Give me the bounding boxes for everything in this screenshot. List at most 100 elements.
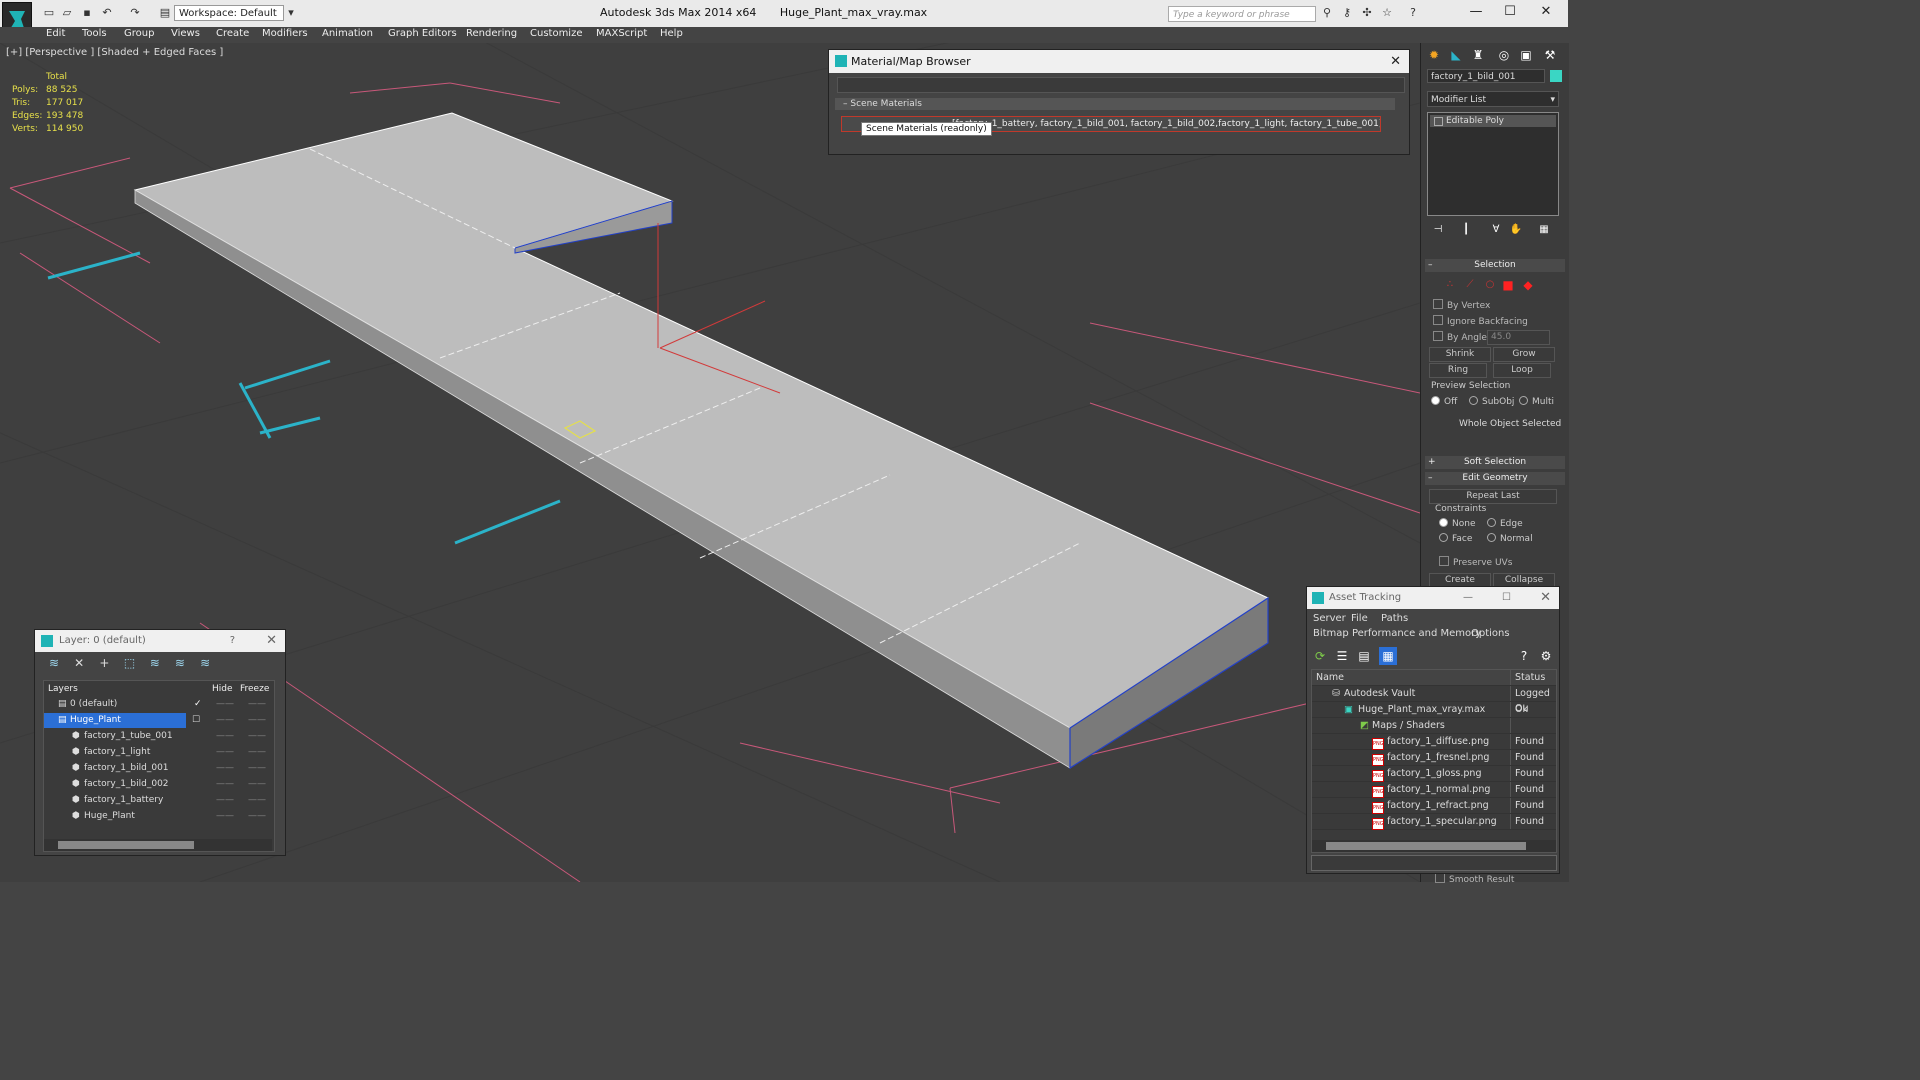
workspace-dropdown[interactable]: Workspace: Default (174, 5, 284, 21)
constraint-normal-radio[interactable]: Normal (1487, 533, 1533, 544)
menu-server[interactable]: Server (1313, 613, 1346, 624)
modify-tab-icon[interactable]: ◣ (1447, 46, 1465, 64)
create-tab-icon[interactable]: ✹ (1425, 46, 1443, 64)
menu-maxscript[interactable]: MAXScript (596, 28, 647, 39)
asset-row[interactable]: PNG factory_1_diffuse.png Found (1312, 734, 1556, 750)
minimize-icon[interactable]: — (1463, 587, 1473, 609)
angle-spinner[interactable]: 45.0 (1487, 330, 1550, 345)
by-vertex-checkbox[interactable]: By Vertex (1433, 299, 1490, 311)
horizontal-scrollbar[interactable] (1312, 840, 1556, 852)
freeze-all-layers-icon[interactable]: ≋ (194, 656, 216, 670)
col-status[interactable]: Status (1510, 670, 1545, 685)
detail-view-icon[interactable]: ▤ (1355, 647, 1373, 665)
menu-options[interactable]: Options (1471, 628, 1510, 639)
col-name[interactable]: Name (1316, 670, 1344, 685)
selection-rollout-header[interactable]: – Selection (1425, 259, 1565, 272)
help-icon[interactable]: ? (230, 630, 235, 652)
scrollbar-thumb[interactable] (58, 841, 194, 849)
menu-paths[interactable]: Paths (1381, 613, 1408, 624)
menu-tools[interactable]: Tools (82, 28, 107, 39)
menu-group[interactable]: Group (124, 28, 154, 39)
pin-stack-icon[interactable]: ⊣ (1429, 221, 1447, 239)
delete-layer-icon[interactable]: ✕ (68, 656, 90, 670)
horizontal-scrollbar[interactable] (44, 839, 272, 851)
favorites-star-icon[interactable]: ☆ (1380, 6, 1394, 19)
open-file-icon[interactable]: ▱ (60, 6, 74, 19)
asset-row[interactable]: ◩ Maps / Shaders (1312, 718, 1556, 734)
scrollbar-thumb[interactable] (1326, 842, 1526, 850)
scene-materials-group[interactable]: – Scene Materials (835, 98, 1395, 110)
make-unique-icon[interactable]: ∀ (1487, 221, 1505, 239)
by-angle-checkbox[interactable]: By Angle: (1433, 331, 1490, 343)
maximize-icon[interactable]: ☐ (1502, 587, 1511, 609)
asset-row[interactable]: PNG factory_1_fresnel.png Found (1312, 750, 1556, 766)
modifier-list-dropdown[interactable]: Modifier List ▾ (1427, 91, 1559, 107)
menu-create[interactable]: Create (216, 28, 249, 39)
settings-icon[interactable]: ⚙ (1537, 647, 1555, 665)
asset-tracking-titlebar[interactable]: Asset Tracking — ☐ ✕ (1307, 587, 1559, 609)
communication-icon[interactable]: ✣ (1360, 6, 1374, 19)
menu-animation[interactable]: Animation (322, 28, 373, 39)
maximize-icon[interactable]: ☐ (1500, 4, 1520, 19)
layer-row-selected[interactable]: Huge_Plant ▤ ☐ —— —— (44, 713, 274, 728)
layer-row[interactable]: ▤ 0 (default) ✓ —— —— (44, 697, 274, 712)
constraint-face-radio[interactable]: Face (1439, 533, 1472, 544)
asset-path-field[interactable] (1311, 855, 1557, 871)
close-icon[interactable]: ✕ (1390, 50, 1401, 73)
viewport-label[interactable]: [+] [Perspective ] [Shaded + Edged Faces… (6, 47, 223, 58)
layer-object-row[interactable]: ⬢ Huge_Plant —— —— (44, 809, 274, 824)
preview-multi-radio[interactable]: Multi (1519, 396, 1554, 407)
asset-row[interactable]: PNG factory_1_gloss.png Found (1312, 766, 1556, 782)
create-layer-icon[interactable]: ≋ (43, 656, 65, 670)
layer-object-row[interactable]: ⬢ factory_1_bild_002 —— —— (44, 777, 274, 792)
vertex-mode-icon[interactable]: ∴ (1441, 276, 1459, 294)
preserve-uvs-checkbox[interactable]: Preserve UVs (1439, 556, 1512, 568)
grow-button[interactable]: Grow (1493, 347, 1555, 362)
select-in-layer-icon[interactable]: ⬚ (119, 656, 141, 670)
preview-subobj-radio[interactable]: SubObj (1469, 396, 1514, 407)
project-folder-icon[interactable]: ▤ (158, 6, 172, 19)
polygon-mode-icon[interactable]: ■ (1499, 276, 1517, 294)
modifier-stack-item[interactable]: Editable Poly (1430, 115, 1556, 127)
menu-customize[interactable]: Customize (530, 28, 583, 39)
layer-object-row[interactable]: ⬢ factory_1_light —— —— (44, 745, 274, 760)
help-icon[interactable]: ? (1515, 647, 1533, 665)
ignore-backfacing-checkbox[interactable]: Ignore Backfacing (1433, 315, 1528, 327)
asset-row[interactable]: ⛁ Autodesk Vault Logged Ou (1312, 686, 1556, 714)
hierarchy-tab-icon[interactable]: ♜ (1469, 46, 1487, 64)
help-icon[interactable]: ? (1406, 6, 1420, 19)
motion-tab-icon[interactable]: ◎ (1495, 46, 1513, 64)
preview-off-radio[interactable]: Off (1431, 396, 1457, 407)
list-view-icon[interactable]: ☰ (1333, 647, 1351, 665)
menu-file[interactable]: File (1351, 613, 1368, 624)
save-icon[interactable]: ▪ (80, 6, 94, 19)
constraint-edge-radio[interactable]: Edge (1487, 518, 1523, 529)
configure-modifier-sets-icon[interactable]: ▦ (1535, 221, 1553, 239)
layer-object-row[interactable]: ⬢ factory_1_bild_001 —— —— (44, 761, 274, 776)
soft-selection-rollout-header[interactable]: + Soft Selection (1425, 456, 1565, 469)
binoculars-icon[interactable]: ⚲ (1320, 6, 1334, 19)
border-mode-icon[interactable]: ○ (1481, 276, 1499, 294)
shrink-button[interactable]: Shrink (1429, 347, 1491, 362)
search-input[interactable]: Type a keyword or phrase (1168, 6, 1316, 22)
chevron-down-icon[interactable]: ▾ (284, 6, 298, 19)
edit-geometry-rollout-header[interactable]: – Edit Geometry (1425, 472, 1565, 485)
ring-button[interactable]: Ring (1429, 363, 1487, 378)
constraint-none-radio[interactable]: None (1439, 518, 1475, 529)
menu-edit[interactable]: Edit (46, 28, 65, 39)
object-name-field[interactable]: factory_1_bild_001 (1427, 69, 1545, 83)
col-freeze[interactable]: Freeze (240, 681, 269, 697)
remove-modifier-icon[interactable]: ✋ (1507, 221, 1525, 239)
new-file-icon[interactable]: ▭ (42, 6, 56, 19)
refresh-icon[interactable]: ⟳ (1311, 647, 1329, 665)
loop-button[interactable]: Loop (1493, 363, 1551, 378)
menu-graph-editors[interactable]: Graph Editors (388, 28, 457, 39)
element-mode-icon[interactable]: ◆ (1519, 276, 1537, 294)
material-search-input[interactable] (837, 77, 1405, 93)
hide-all-layers-icon[interactable]: ≋ (169, 656, 191, 670)
layer-object-row[interactable]: ⬢ factory_1_battery —— —— (44, 793, 274, 808)
close-icon[interactable]: ✕ (1536, 4, 1556, 19)
menu-views[interactable]: Views (171, 28, 200, 39)
material-browser-titlebar[interactable]: Material/Map Browser ✕ (829, 50, 1409, 73)
redo-icon[interactable]: ↷ (128, 6, 142, 19)
